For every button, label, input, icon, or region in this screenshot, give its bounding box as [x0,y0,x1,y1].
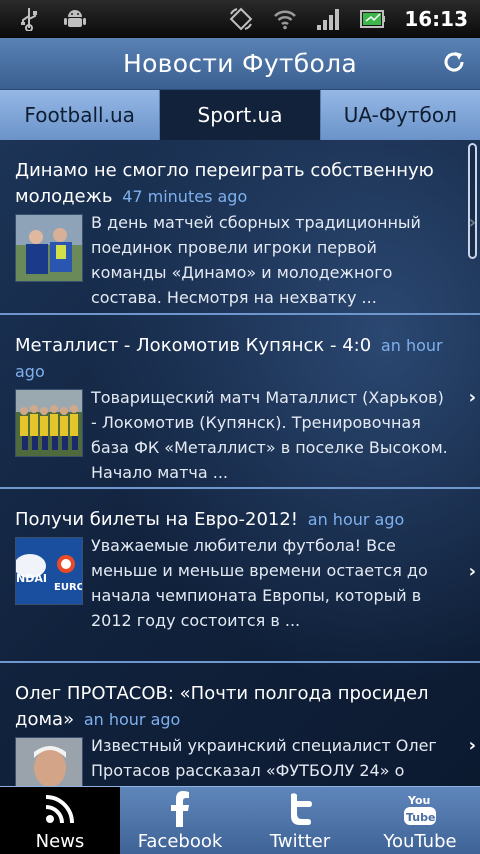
nav-label: Twitter [269,831,331,852]
source-tabs: Football.ua Sport.ua UA-Футбол [0,90,480,140]
news-item[interactable]: Динамо не смогло переиграть собственную … [0,140,480,315]
news-title: Олег ПРОТАСОВ: «Почти полгода просидел д… [15,683,429,730]
nav-news[interactable]: News [0,787,120,854]
battery-icon [360,6,386,32]
news-time: an hour ago [83,710,181,729]
scrollbar[interactable] [468,143,477,259]
refresh-icon [441,49,467,79]
nav-facebook[interactable]: Facebook [120,787,240,854]
nav-youtube[interactable]: You Tube YouTube [360,787,480,854]
rss-icon [40,789,80,829]
app-header: Новости Футбола [0,38,480,90]
news-item[interactable]: Олег ПРОТАСОВ: «Почти полгода просидел д… [0,663,480,786]
facebook-icon [160,789,200,829]
chevron-right-icon: › [468,387,476,408]
youtube-icon-text-line1: You [407,794,430,807]
bottom-navigation: News Facebook Twitter You Tube YouTube [0,786,480,854]
news-list[interactable]: Динамо не смогло переиграть собственную … [0,140,480,786]
youtube-icon-text-line2: Tube [406,811,435,824]
tab-football-ua[interactable]: Football.ua [0,90,161,140]
news-item[interactable]: Получи билеты на Евро-2012! an hour ago … [0,489,480,663]
nav-label: News [35,831,85,852]
youtube-icon: You Tube [400,789,440,829]
nav-twitter[interactable]: Twitter [240,787,360,854]
news-item[interactable]: Металлист - Локомотив Купянск - 4:0 an h… [0,315,480,489]
news-thumbnail [15,737,83,786]
news-title: Получи билеты на Евро-2012! [15,509,299,530]
nav-label: YouTube [383,831,457,852]
news-time: an hour ago [307,510,405,529]
euro-logo-text: EURO [54,582,82,593]
news-thumbnail [15,389,83,457]
news-title: Металлист - Локомотив Купянск - 4:0 [15,335,372,356]
tab-ua-football[interactable]: UA-Футбол [320,90,480,140]
hyundai-logo-text: NDAI [16,572,47,585]
chevron-right-icon: › [468,735,476,756]
status-bar: 16:13 [0,0,480,38]
news-thumbnail [15,214,83,282]
twitter-icon [280,789,320,829]
refresh-button[interactable] [438,48,470,80]
usb-icon [16,6,42,32]
clock: 16:13 [404,7,468,31]
news-time: 47 minutes ago [122,187,248,206]
rotation-icon [228,6,254,32]
news-thumbnail: NDAI EURO [14,537,85,605]
wifi-icon [272,6,298,32]
signal-icon [316,6,342,32]
tab-sport-ua[interactable]: Sport.ua [160,90,321,140]
page-title: Новости Футбола [122,49,358,78]
android-debug-icon [62,6,88,32]
chevron-right-icon: › [468,561,476,582]
nav-label: Facebook [137,831,223,852]
